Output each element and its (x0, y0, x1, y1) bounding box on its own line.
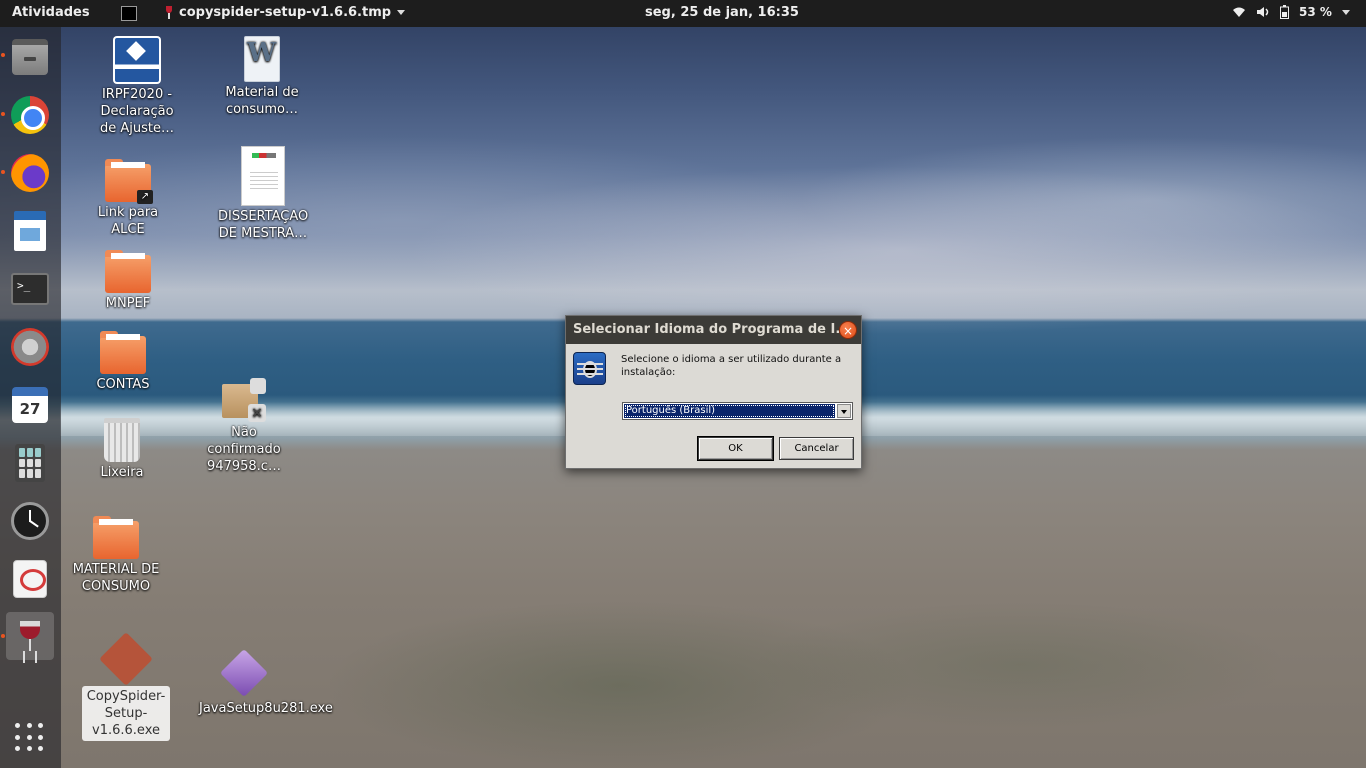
apps-grid-icon (15, 723, 45, 753)
terminal-indicator-icon[interactable] (121, 6, 137, 21)
desktop-icon-label: JavaSetup8u281.exe (199, 701, 333, 716)
desktop-icon-link-alce[interactable]: ↗ Link para ALCE (83, 158, 173, 238)
files-icon (12, 39, 48, 75)
package-icon: × (222, 378, 266, 422)
desktop-icon-label: CopySpider-Setup-v1.6.6.exe (82, 686, 170, 741)
desktop-icon-label: CONTAS (96, 377, 150, 392)
cancel-button[interactable]: Cancelar (779, 437, 854, 460)
desktop-icon-copyspider-setup[interactable]: CopySpider-Setup-v1.6.6.exe (82, 632, 170, 741)
folder-icon (105, 250, 151, 293)
clock-icon (11, 502, 49, 540)
dock-item-calculator[interactable] (6, 439, 54, 487)
top-bar: Atividades copyspider-setup-v1.6.6.tmp s… (0, 0, 1366, 27)
app-menu[interactable]: copyspider-setup-v1.6.6.tmp (165, 5, 406, 20)
word-document-icon: W (244, 36, 280, 82)
desktop-icon-label: Lixeira (100, 465, 144, 480)
dock: >_ 27 (0, 27, 61, 768)
dock-item-chrome[interactable] (6, 91, 54, 139)
dock-item-firefox[interactable] (6, 149, 54, 197)
dock-item-clock[interactable] (6, 497, 54, 545)
desktop-icon-label: DISSERTAÇAO DE MESTRA… (218, 209, 309, 241)
desktop-icon-label: IRPF2020 - Declaração de Ajuste… (100, 87, 174, 136)
volume-icon (1257, 7, 1269, 17)
show-apps-button[interactable] (6, 714, 54, 762)
activities-button[interactable]: Atividades (12, 5, 90, 20)
running-indicator (1, 112, 5, 116)
desktop-icon-lixeira[interactable]: Lixeira (77, 418, 167, 481)
running-indicator (1, 634, 5, 638)
desktop-icon-nao-confirmado[interactable]: × Não confirmado 947958.c… (199, 378, 289, 475)
close-button[interactable]: × (839, 321, 857, 339)
folder-link-icon: ↗ (105, 159, 153, 204)
document-icon (13, 560, 47, 598)
language-select-value: Português (Brasil) (624, 404, 835, 418)
dock-item-calendar[interactable]: 27 (6, 381, 54, 429)
wine-icon (19, 617, 41, 655)
language-dialog: Selecionar Idioma do Programa de I... × … (565, 315, 862, 469)
java-exe-icon (219, 648, 269, 698)
desktop-icon-contas[interactable]: CONTAS (78, 330, 168, 393)
calculator-icon (15, 444, 45, 482)
dialog-title[interactable]: Selecionar Idioma do Programa de I... (566, 316, 861, 344)
firefox-icon (11, 154, 49, 192)
desktop-icon-label: Não confirmado 947958.c… (207, 425, 281, 474)
trash-icon (104, 418, 140, 462)
writer-icon (14, 211, 46, 251)
app-menu-label: copyspider-setup-v1.6.6.tmp (179, 5, 392, 20)
clock-label[interactable]: seg, 25 de jan, 16:35 (645, 5, 799, 20)
system-menu[interactable]: 53 % (1232, 5, 1350, 19)
folder-icon (93, 516, 139, 559)
calendar-icon: 27 (12, 387, 48, 423)
wallpaper-vegetation (120, 515, 1366, 768)
dock-item-tools[interactable] (6, 323, 54, 371)
dock-item-wine[interactable] (6, 612, 54, 660)
desktop-icon-material-consumo-folder[interactable]: MATERIAL DE CONSUMO (71, 515, 161, 595)
dock-item-files[interactable] (6, 33, 54, 81)
battery-label: 53 % (1299, 5, 1332, 19)
wine-exe-icon (99, 632, 153, 686)
desktop-icon-material-consumo-doc[interactable]: W Material de consumo… (217, 36, 307, 118)
chevron-down-icon (1341, 9, 1350, 15)
desktop-icon-dissertacao[interactable]: DISSERTAÇAO DE MESTRA… (218, 146, 308, 242)
dock-item-writer[interactable] (6, 207, 54, 255)
ok-button[interactable]: OK (697, 436, 774, 461)
pdf-page-icon (241, 146, 285, 206)
dock-item-terminal[interactable]: >_ (6, 265, 54, 313)
desktop-icon-label: Material de consumo… (225, 85, 299, 117)
desktop-icon-label: MATERIAL DE CONSUMO (72, 562, 160, 594)
running-indicator (1, 170, 5, 174)
chrome-icon (11, 96, 49, 134)
folder-icon (100, 331, 146, 374)
irpf-icon (113, 36, 161, 84)
language-select[interactable]: Português (Brasil) (622, 402, 853, 420)
tools-icon (11, 328, 49, 366)
desktop-icon-label: Link para ALCE (97, 205, 159, 237)
running-indicator (1, 53, 5, 57)
desktop-icon-javasetup[interactable]: JavaSetup8u281.exe (199, 648, 333, 717)
spider-icon (573, 352, 606, 385)
dock-item-document-viewer[interactable] (6, 555, 54, 603)
dialog-prompt: Selecione o idioma a ser utilizado duran… (621, 354, 842, 378)
desktop-icon-mnpef[interactable]: MNPEF (83, 249, 173, 312)
desktop-icon-irpf2020[interactable]: IRPF2020 - Declaração de Ajuste… (92, 36, 182, 137)
chevron-down-icon[interactable] (837, 404, 851, 418)
chevron-down-icon (397, 10, 406, 15)
battery-icon (1280, 5, 1289, 19)
wifi-icon (1233, 7, 1245, 17)
desktop-icon-label: MNPEF (105, 296, 151, 311)
terminal-icon: >_ (11, 273, 49, 305)
wine-icon (165, 5, 173, 20)
